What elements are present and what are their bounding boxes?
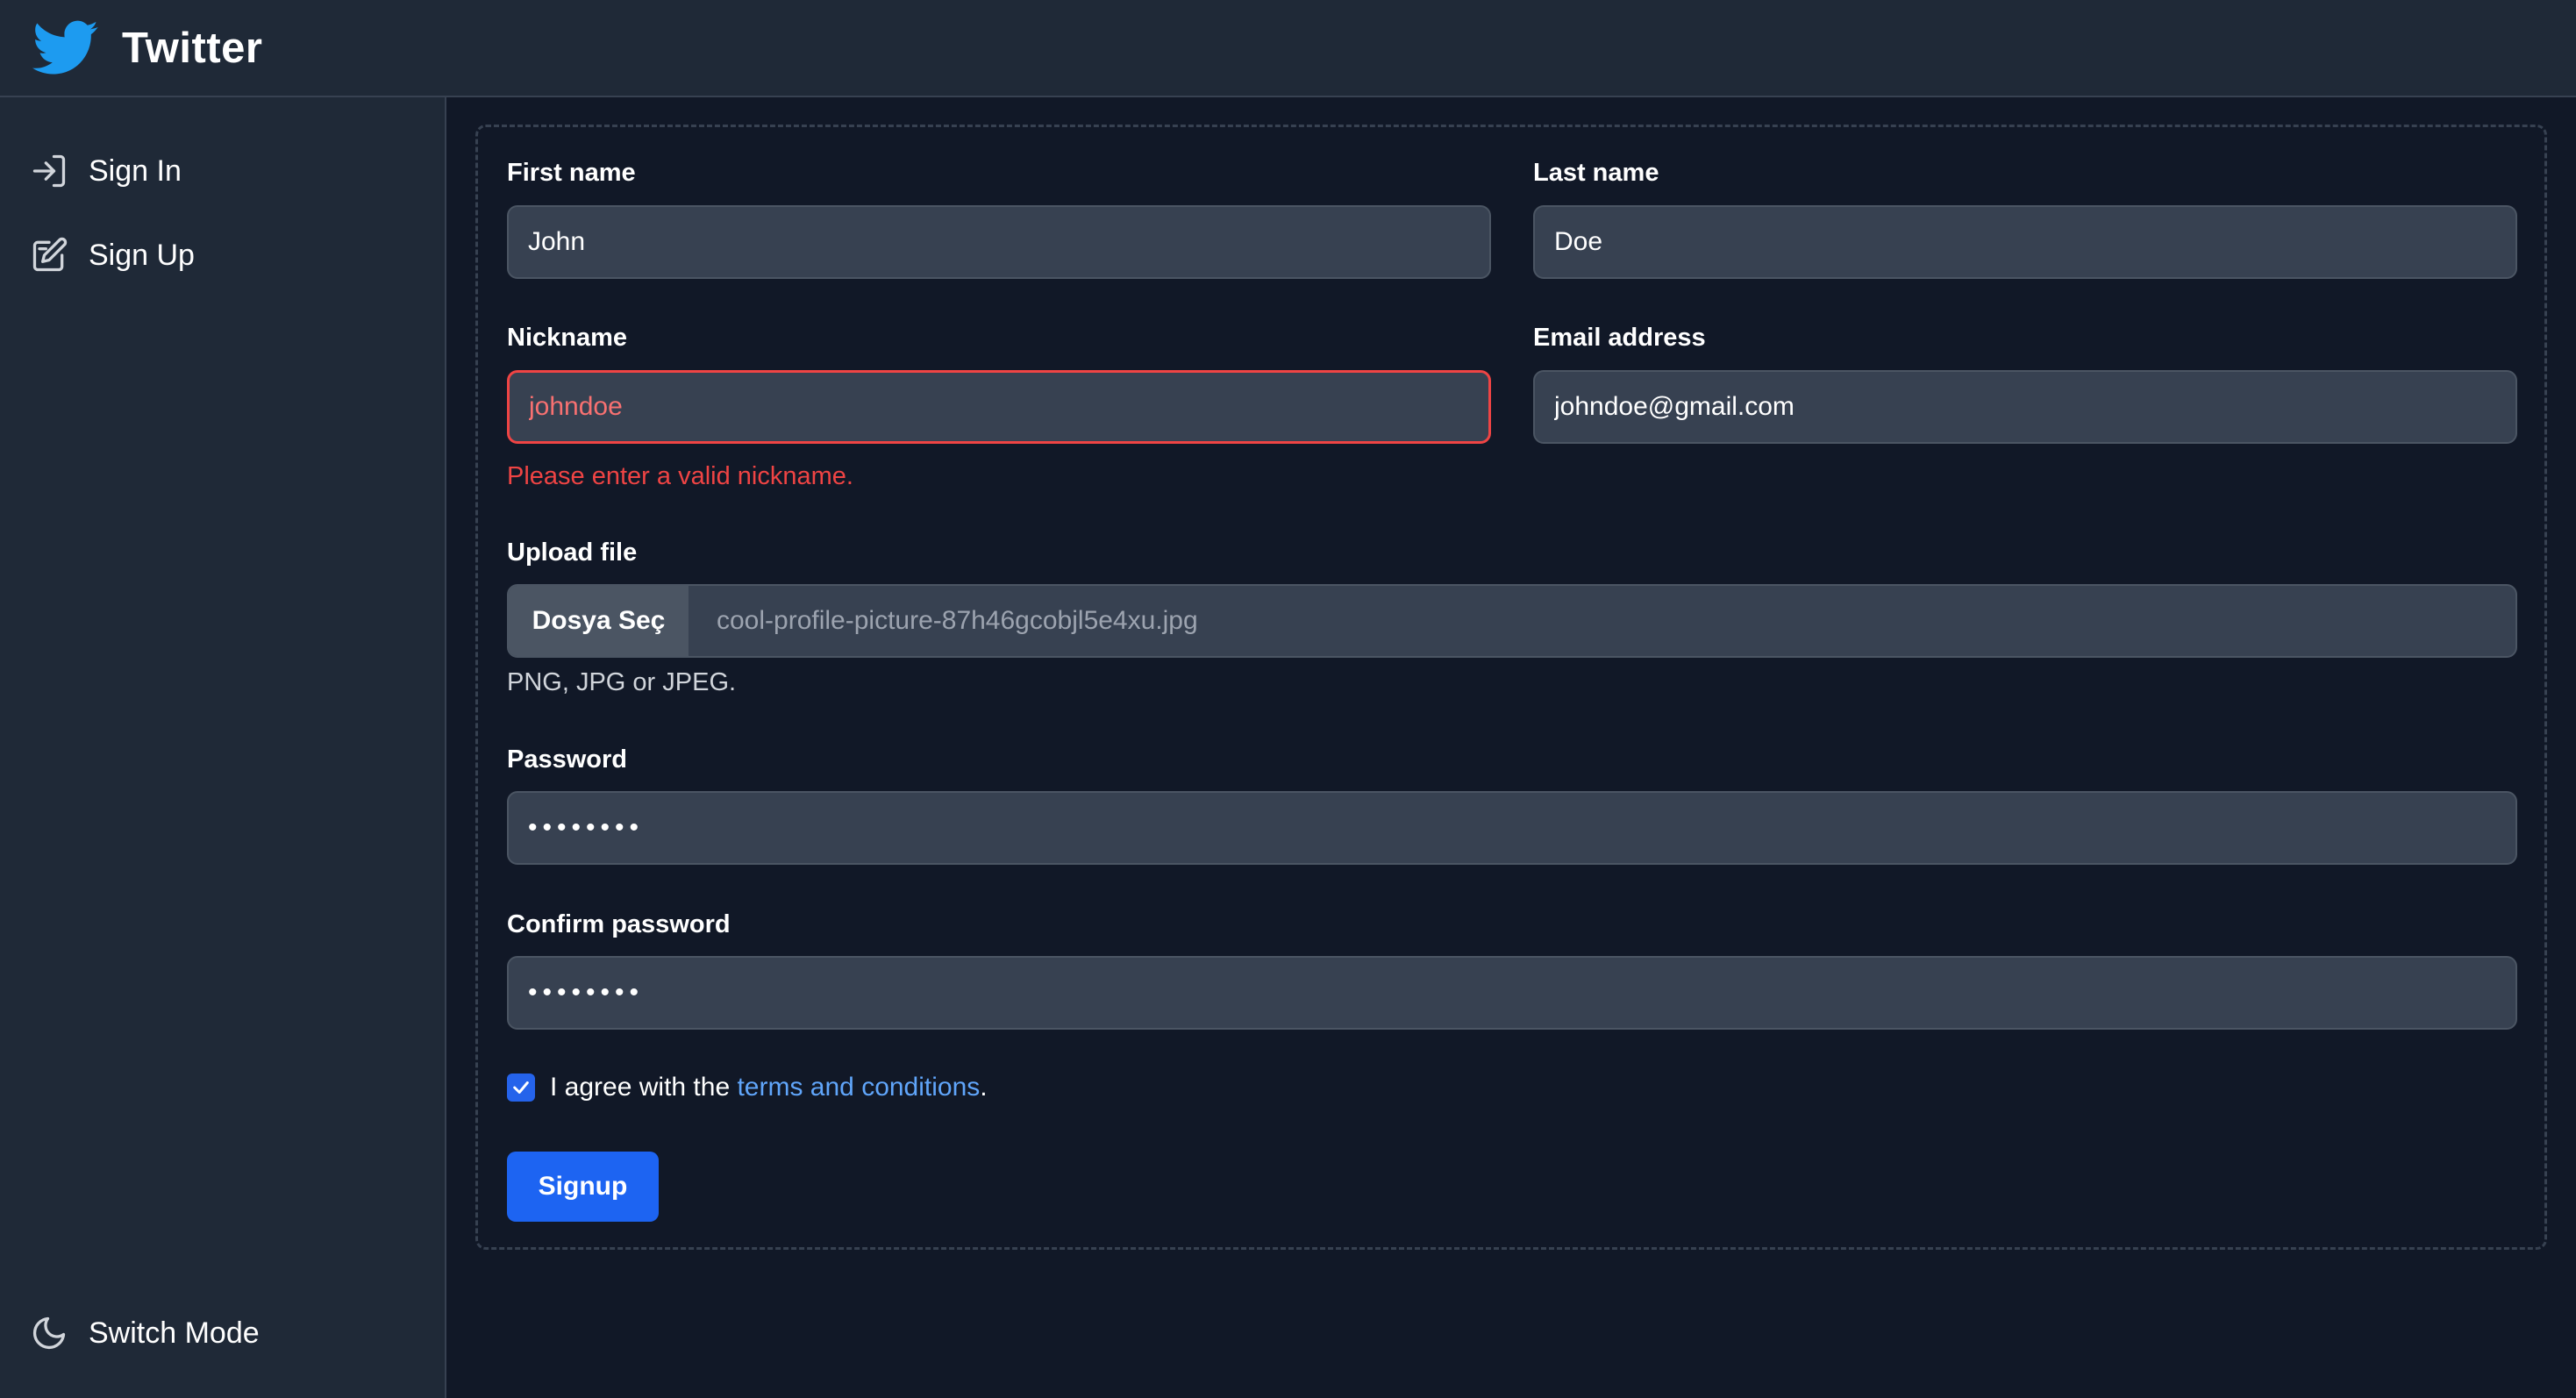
- email-input[interactable]: [1533, 370, 2517, 444]
- email-label: Email address: [1533, 324, 1706, 352]
- selected-file-name: cool-profile-picture-87h46gcobjl5e4xu.jp…: [717, 606, 1198, 635]
- signup-form: First name Last name Nickname Please ent…: [475, 125, 2547, 1250]
- sidebar-item-label: Sign In: [89, 153, 182, 188]
- terms-agreement: I agree with the terms and conditions.: [507, 1073, 988, 1102]
- nickname-input[interactable]: [507, 370, 1491, 444]
- app-header: Twitter: [0, 0, 2576, 97]
- agree-checkbox[interactable]: [507, 1073, 535, 1102]
- file-upload-input[interactable]: Dosya Seç cool-profile-picture-87h46gcob…: [507, 584, 2517, 658]
- agree-text-after: .: [980, 1073, 988, 1102]
- choose-file-button[interactable]: Dosya Seç: [509, 586, 689, 656]
- check-icon: [513, 1081, 529, 1094]
- moon-icon: [32, 1316, 66, 1350]
- sidebar-item-sign-up[interactable]: Sign Up: [30, 236, 195, 275]
- first-name-label: First name: [507, 159, 636, 187]
- upload-file-label: Upload file: [507, 539, 638, 567]
- confirm-password-label: Confirm password: [507, 910, 731, 938]
- last-name-label: Last name: [1533, 159, 1659, 187]
- sign-up-icon: [32, 237, 68, 272]
- sidebar-item-label: Sign Up: [89, 238, 195, 272]
- password-input[interactable]: [507, 791, 2517, 865]
- terms-link[interactable]: terms and conditions: [737, 1073, 980, 1102]
- confirm-password-input[interactable]: [507, 956, 2517, 1030]
- upload-help-text: PNG, JPG or JPEG.: [507, 668, 737, 696]
- app-title: Twitter: [122, 24, 263, 72]
- sidebar: Sign In Sign Up Switch Mode: [0, 97, 446, 1398]
- sidebar-item-sign-in[interactable]: Sign In: [30, 152, 182, 190]
- agree-text-before: I agree with the: [550, 1073, 738, 1102]
- sign-in-icon: [32, 154, 66, 188]
- password-label: Password: [507, 745, 627, 774]
- switch-mode-label: Switch Mode: [89, 1316, 260, 1350]
- signup-button[interactable]: Signup: [507, 1152, 659, 1222]
- twitter-bird-icon[interactable]: [32, 20, 99, 76]
- switch-mode-button[interactable]: Switch Mode: [30, 1314, 260, 1352]
- nickname-label: Nickname: [507, 324, 628, 352]
- last-name-input[interactable]: [1533, 205, 2517, 279]
- nickname-error-message: Please enter a valid nickname.: [507, 462, 853, 490]
- first-name-input[interactable]: [507, 205, 1491, 279]
- agree-text: I agree with the terms and conditions.: [550, 1073, 988, 1102]
